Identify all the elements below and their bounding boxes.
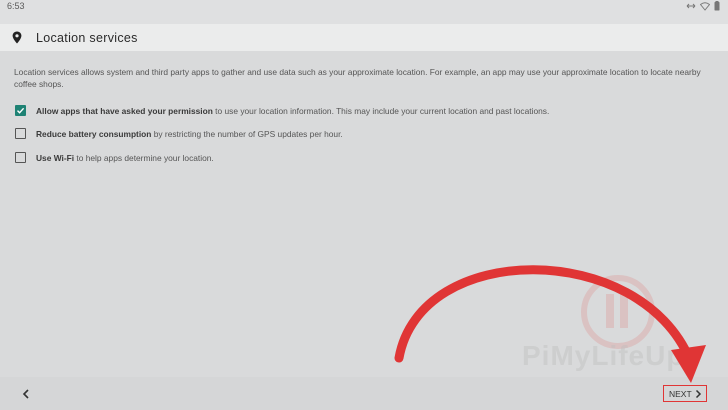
back-button[interactable] [18, 386, 34, 402]
reduce-battery-bold: Reduce battery consumption [36, 128, 152, 139]
allow-apps-bold: Allow apps that have asked your permissi… [36, 105, 213, 116]
intro-text: Location services allows system and thir… [14, 67, 701, 89]
use-wifi-checkbox[interactable] [15, 152, 26, 163]
status-icons [686, 1, 720, 11]
next-button[interactable]: NEXT [663, 385, 707, 402]
chevron-right-icon [695, 389, 702, 399]
option-allow-apps[interactable]: Allow apps that have asked your permissi… [15, 105, 549, 116]
next-label: NEXT [669, 388, 692, 399]
location-pin-icon [12, 31, 22, 49]
allow-apps-checkbox[interactable] [15, 105, 26, 116]
use-wifi-bold: Use Wi-Fi [36, 152, 75, 163]
status-time: 6:53 [7, 1, 25, 11]
allow-apps-rest: to use your location information. This m… [212, 105, 550, 116]
reduce-battery-label: Reduce battery consumption by restrictin… [36, 129, 343, 139]
status-bar: 6:53 [0, 0, 728, 14]
chevron-left-icon [22, 389, 29, 399]
content-area: Location services allows system and thir… [0, 51, 728, 377]
header: Location services [0, 24, 728, 51]
option-reduce-battery[interactable]: Reduce battery consumption by restrictin… [15, 128, 343, 139]
reduce-battery-rest: by restricting the number of GPS updates… [151, 128, 343, 139]
bottom-bar: NEXT [0, 377, 728, 410]
use-wifi-rest: to help apps determine your location. [74, 152, 214, 163]
allow-apps-label: Allow apps that have asked your permissi… [36, 106, 549, 116]
use-wifi-label: Use Wi-Fi to help apps determine your lo… [36, 153, 214, 163]
battery-icon [714, 1, 720, 11]
reduce-battery-checkbox[interactable] [15, 128, 26, 139]
option-use-wifi[interactable]: Use Wi-Fi to help apps determine your lo… [15, 152, 214, 163]
checkmark-icon [17, 107, 25, 114]
page-title: Location services [36, 31, 138, 45]
data-transfer-icon [686, 2, 696, 10]
wifi-icon [700, 1, 710, 11]
